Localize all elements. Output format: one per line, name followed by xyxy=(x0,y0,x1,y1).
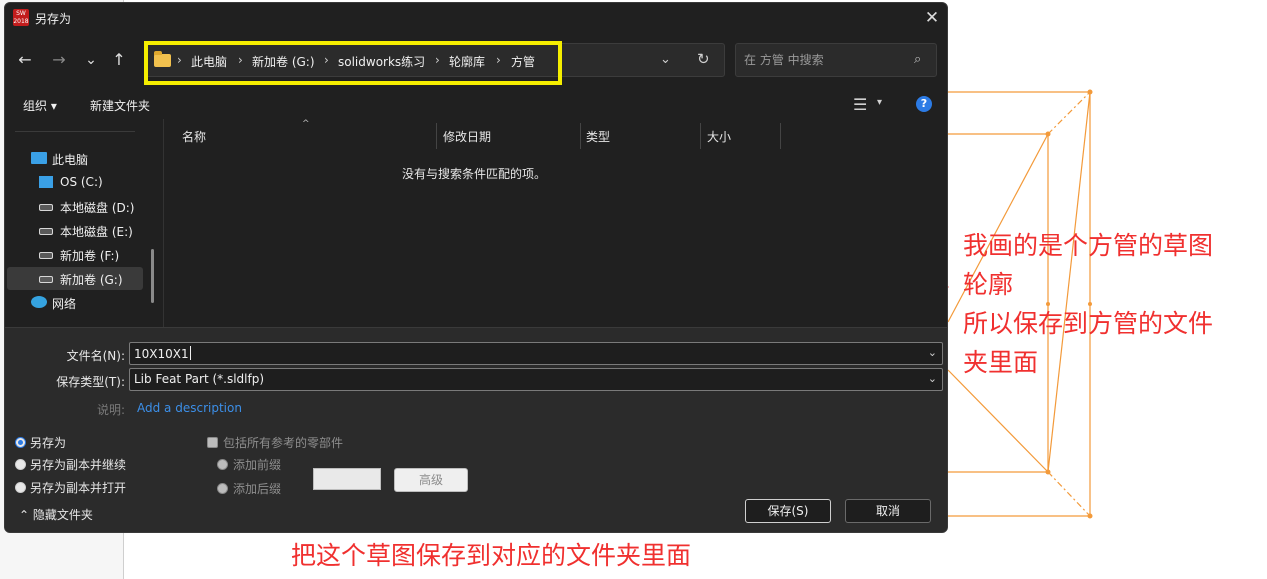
sidebar-item-label: OS (C:) xyxy=(60,175,103,189)
add-prefix-label: 添加前缀 xyxy=(233,458,282,472)
column-header-name[interactable]: 名称 xyxy=(182,128,206,145)
save-copy-continue-radio[interactable] xyxy=(15,459,26,470)
annotation-line: 我画的是个方管的草图 xyxy=(963,231,1214,260)
up-button[interactable]: ↑ xyxy=(107,47,131,73)
include-refs-label: 包括所有参考的零部件 xyxy=(223,436,344,450)
sidebar-item-label: 本地磁盘 (D:) xyxy=(60,201,135,215)
solidworks-app-icon: SW 2018 xyxy=(13,9,29,26)
back-button[interactable]: ← xyxy=(13,47,37,73)
drive-icon xyxy=(39,228,53,235)
scrollbar[interactable] xyxy=(151,249,154,303)
add-prefix-radio[interactable] xyxy=(217,459,228,470)
sketch-point xyxy=(1045,131,1051,137)
annotation-right: 我画的是个方管的草图 轮廓 所以保存到方管的文件 夹里面 xyxy=(963,226,1213,382)
drive-icon xyxy=(39,252,53,259)
sidebar-item-label: 网络 xyxy=(52,297,77,311)
annotation-line: 所以保存到方管的文件 xyxy=(963,309,1214,338)
filetype-select[interactable]: Lib Feat Part (*.sldlfp) ⌄ xyxy=(129,368,943,391)
sidebar-item-drive-e[interactable]: 本地磁盘 (E:) xyxy=(7,219,143,242)
prefix-suffix-input[interactable] xyxy=(313,468,381,490)
yellow-highlight-box xyxy=(144,41,562,85)
sort-icon: ^ xyxy=(302,119,310,129)
close-button[interactable]: ✕ xyxy=(921,7,943,29)
save-copy-open-radio[interactable] xyxy=(15,482,26,493)
save-copy-open-label: 另存为副本并打开 xyxy=(30,481,127,495)
text-cursor xyxy=(189,346,191,360)
sketch-line xyxy=(947,369,1049,473)
save-as-radio[interactable] xyxy=(15,437,26,448)
add-suffix-label: 添加后缀 xyxy=(233,482,282,496)
help-icon[interactable]: ? xyxy=(916,96,932,112)
network-icon xyxy=(31,296,47,308)
add-suffix-radio[interactable] xyxy=(217,483,228,494)
drive-icon xyxy=(39,204,53,211)
save-copy-continue-label: 另存为副本并继续 xyxy=(30,458,127,472)
sketch-point xyxy=(1087,89,1093,95)
empty-message: 没有与搜索条件匹配的项。 xyxy=(401,167,546,181)
sketch-centerline xyxy=(1047,471,1091,517)
sidebar-item-label: 此电脑 xyxy=(52,153,89,167)
advanced-button[interactable]: 高级 xyxy=(394,468,468,492)
filename-field[interactable]: 10X10X1 ⌄ xyxy=(129,342,943,365)
screen: 我画的是个方管的草图 轮廓 所以保存到方管的文件 夹里面 把这个草图保存到对应的… xyxy=(0,0,1267,579)
divider xyxy=(15,131,135,132)
search-icon[interactable]: ⌕ xyxy=(914,52,921,67)
chevron-down-icon[interactable]: ⌄ xyxy=(660,52,671,67)
annotation-bottom: 把这个草图保存到对应的文件夹里面 xyxy=(291,541,692,570)
search-input[interactable] xyxy=(744,53,904,67)
filetype-label: 保存类型(T): xyxy=(56,375,125,389)
sidebar-item-label: 新加卷 (G:) xyxy=(60,273,123,287)
organize-menu[interactable]: 组织 ▾ xyxy=(23,97,57,114)
sidebar-item-drive-d[interactable]: 本地磁盘 (D:) xyxy=(7,195,143,218)
file-list: ^ 名称 修改日期 类型 大小 没有与搜索条件匹配的项。 xyxy=(163,119,947,327)
sidebar-item-this-pc[interactable]: 此电脑 xyxy=(7,147,143,170)
sidebar-item-label: 新加卷 (F:) xyxy=(60,249,120,263)
save-button[interactable]: 保存(S) xyxy=(745,499,831,523)
filename-label: 文件名(N): xyxy=(66,349,125,363)
sidebar-item-network[interactable]: 网络 xyxy=(7,291,143,314)
column-divider[interactable] xyxy=(436,123,437,149)
column-header-type[interactable]: 类型 xyxy=(586,128,610,145)
column-divider[interactable] xyxy=(700,123,701,149)
save-options-panel: 文件名(N): 10X10X1 ⌄ 保存类型(T): Lib Feat Part… xyxy=(5,327,947,532)
navigation-pane: 此电脑 OS (C:) 本地磁盘 (D:) 本地磁盘 (E:) 新加卷 (F:)… xyxy=(5,119,163,327)
annotation-line: 夹里面 xyxy=(963,348,1039,377)
sketch-centerline xyxy=(1047,91,1091,135)
cancel-button[interactable]: 取消 xyxy=(845,499,931,523)
add-description-link[interactable]: Add a description xyxy=(137,401,242,415)
search-box[interactable]: ⌕ xyxy=(735,43,937,77)
recent-locations-button[interactable]: ⌄ xyxy=(79,47,103,73)
chevron-down-icon[interactable]: ⌄ xyxy=(928,346,937,359)
sketch-point xyxy=(1045,469,1051,475)
sidebar-item-drive-f[interactable]: 新加卷 (F:) xyxy=(7,243,143,266)
annotation-line: 轮廓 xyxy=(963,270,1014,299)
view-dropdown-icon[interactable]: ▾ xyxy=(877,97,882,108)
new-folder-button[interactable]: 新建文件夹 xyxy=(90,97,150,114)
toolbar: 组织 ▾ 新建文件夹 ☰ ▾ ? xyxy=(5,89,947,119)
sidebar-item-os-c[interactable]: OS (C:) xyxy=(7,171,143,194)
column-divider[interactable] xyxy=(580,123,581,149)
column-divider[interactable] xyxy=(780,123,781,149)
os-drive-icon xyxy=(39,176,53,188)
description-label: 说明: xyxy=(96,403,125,417)
column-header-size[interactable]: 大小 xyxy=(707,128,731,145)
include-refs-checkbox[interactable] xyxy=(207,437,218,448)
save-as-label: 另存为 xyxy=(30,436,67,450)
sidebar-item-label: 本地磁盘 (E:) xyxy=(60,225,133,239)
title-bar[interactable]: SW 2018 另存为 ✕ xyxy=(5,3,947,33)
hide-folders-toggle[interactable]: ⌃ 隐藏文件夹 xyxy=(19,506,93,523)
chevron-down-icon[interactable]: ⌄ xyxy=(928,372,937,385)
dialog-title: 另存为 xyxy=(35,12,72,26)
forward-button[interactable]: → xyxy=(47,47,71,73)
column-header-modified[interactable]: 修改日期 xyxy=(443,128,491,145)
computer-icon xyxy=(31,152,47,164)
filename-value[interactable]: 10X10X1 xyxy=(134,346,191,361)
save-as-dialog: SW 2018 另存为 ✕ ← → ⌄ ↑ › 此电脑 › 新加卷 (G:) ›… xyxy=(4,2,948,533)
refresh-icon[interactable]: ↻ xyxy=(697,50,710,68)
view-options-icon[interactable]: ☰ xyxy=(853,95,867,114)
drive-icon xyxy=(39,276,53,283)
filetype-value: Lib Feat Part (*.sldlfp) xyxy=(134,372,265,386)
sidebar-item-drive-g[interactable]: 新加卷 (G:) xyxy=(7,267,143,290)
sketch-point xyxy=(1087,513,1093,519)
